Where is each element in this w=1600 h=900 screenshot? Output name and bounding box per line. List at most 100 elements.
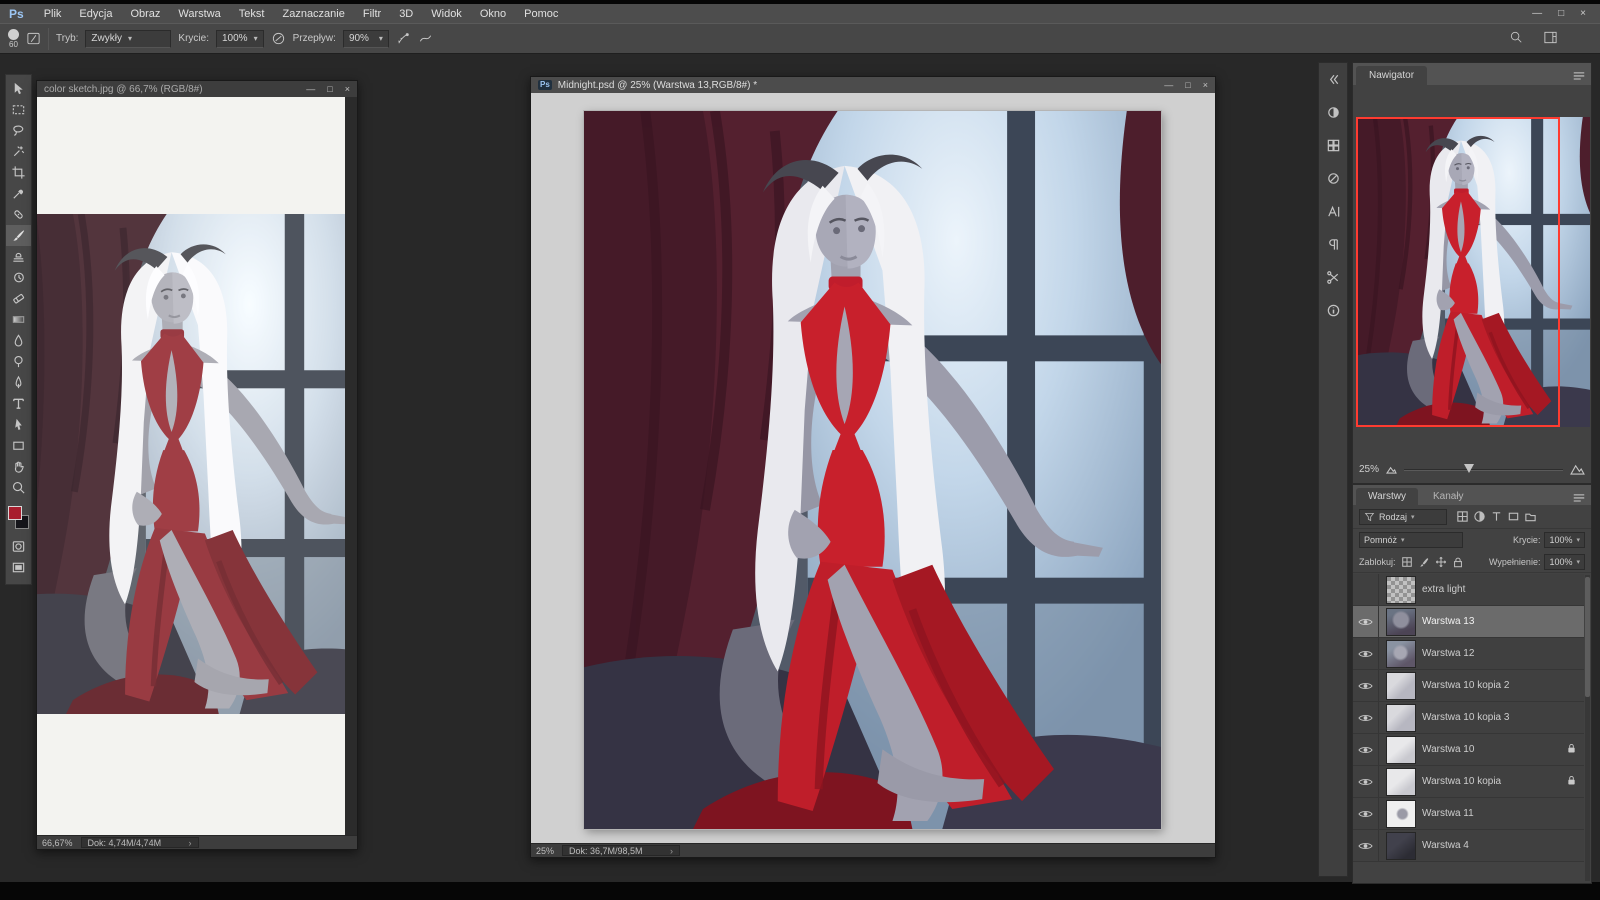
layer-thumbnail[interactable] (1386, 672, 1416, 700)
layer-thumbnail[interactable] (1386, 576, 1416, 604)
sketch-titlebar[interactable]: color sketch.jpg @ 66,7% (RGB/8#) — □ × (37, 81, 357, 97)
lasso-tool[interactable] (6, 120, 31, 141)
smoothing-icon[interactable] (418, 31, 433, 46)
tab-kanaly[interactable]: Kanały (1421, 488, 1476, 505)
zoom-out-mountain-icon[interactable] (1386, 465, 1397, 474)
marquee-tool[interactable] (6, 99, 31, 120)
adjustments-panel-icon[interactable] (1323, 168, 1343, 188)
path-select-tool[interactable] (6, 414, 31, 435)
layer-row[interactable]: Warstwa 13 (1353, 606, 1584, 638)
sketch-doc-size[interactable]: Dok: 4,74M/4,74M (81, 837, 199, 848)
menu-obraz[interactable]: Obraz (121, 8, 169, 20)
layer-thumbnail[interactable] (1386, 768, 1416, 796)
navigator-view-box[interactable] (1356, 117, 1560, 427)
layer-visibility-toggle[interactable] (1353, 798, 1379, 829)
tab-nawigator[interactable]: Nawigator (1356, 66, 1427, 85)
flow-dropdown[interactable]: 90% (343, 30, 389, 48)
search-icon[interactable] (1509, 30, 1523, 47)
midnight-close-button[interactable]: × (1203, 80, 1208, 90)
midnight-titlebar[interactable]: Ps Midnight.psd @ 25% (Warstwa 13,RGB/8#… (531, 77, 1215, 93)
brush-preset-picker[interactable]: 60 (8, 29, 19, 49)
midnight-artwork[interactable] (584, 111, 1161, 829)
sketch-minimize-button[interactable]: — (306, 84, 315, 94)
layer-visibility-toggle[interactable] (1353, 702, 1379, 733)
layer-thumbnail[interactable] (1386, 800, 1416, 828)
filter-pixel-layers-icon[interactable] (1456, 510, 1469, 523)
lock-pixels-icon[interactable] (1418, 556, 1430, 568)
move-tool[interactable] (6, 78, 31, 99)
app-minimize-button[interactable]: — (1532, 8, 1542, 19)
navigator-zoom-slider[interactable] (1404, 462, 1563, 476)
blend-mode-dropdown[interactable]: Zwykły (85, 30, 171, 48)
menu-plik[interactable]: Plik (35, 8, 71, 20)
midnight-zoom-value[interactable]: 25% (536, 846, 554, 856)
layer-visibility-toggle[interactable] (1353, 830, 1379, 861)
crop-tool[interactable] (6, 162, 31, 183)
sketch-close-button[interactable]: × (345, 84, 350, 94)
filter-type-layers-icon[interactable] (1490, 510, 1503, 523)
zoom-tool[interactable] (6, 477, 31, 498)
layer-fill-dropdown[interactable]: 100% (1544, 554, 1585, 570)
layer-row[interactable]: Warstwa 12 (1353, 638, 1584, 670)
shape-tool[interactable] (6, 435, 31, 456)
lock-transparency-icon[interactable] (1401, 556, 1413, 568)
dodge-tool[interactable] (6, 351, 31, 372)
opacity-dropdown[interactable]: 100% (216, 30, 264, 48)
menu-edycja[interactable]: Edycja (70, 8, 121, 20)
menu-filtr[interactable]: Filtr (354, 8, 390, 20)
midnight-doc-size[interactable]: Dok: 36,7M/98,5M (562, 845, 680, 856)
layers-panel-menu-icon[interactable] (1572, 490, 1586, 508)
layer-opacity-dropdown[interactable]: 100% (1544, 532, 1585, 548)
foreground-color-swatch[interactable] (8, 506, 22, 520)
layer-row[interactable]: Warstwa 10 kopia 2 (1353, 670, 1584, 702)
layer-thumbnail[interactable] (1386, 832, 1416, 860)
zoom-in-mountain-icon[interactable] (1570, 463, 1585, 475)
gradient-tool[interactable] (6, 309, 31, 330)
layer-row[interactable]: Warstwa 11 (1353, 798, 1584, 830)
midnight-maximize-button[interactable]: □ (1185, 80, 1190, 90)
midnight-minimize-button[interactable]: — (1164, 80, 1173, 90)
menu-okno[interactable]: Okno (471, 8, 515, 20)
layer-blend-mode-dropdown[interactable]: Pomnóż (1359, 532, 1463, 548)
navigator-thumbnail[interactable] (1356, 117, 1590, 427)
sketch-zoom-value[interactable]: 66,67% (42, 838, 73, 848)
menu-pomoc[interactable]: Pomoc (515, 8, 567, 20)
layers-scrollbar[interactable] (1585, 575, 1590, 881)
brush-tool[interactable] (6, 225, 31, 246)
pressure-opacity-icon[interactable] (271, 31, 286, 46)
brush-panel-toggle-icon[interactable] (26, 31, 41, 46)
lock-position-icon[interactable] (1435, 556, 1447, 568)
filter-adjustment-layers-icon[interactable] (1473, 510, 1486, 523)
pen-tool[interactable] (6, 372, 31, 393)
layer-visibility-toggle[interactable] (1353, 734, 1379, 765)
menu-zaznaczanie[interactable]: Zaznaczanie (273, 8, 353, 20)
character-panel-icon[interactable] (1323, 201, 1343, 221)
filter-smart-objects-icon[interactable] (1524, 510, 1537, 523)
layer-row[interactable]: Warstwa 4 (1353, 830, 1584, 862)
layer-visibility-toggle[interactable] (1353, 670, 1379, 701)
slider-knob[interactable] (1464, 464, 1474, 473)
expand-panels-icon[interactable] (1323, 69, 1343, 89)
hand-tool[interactable] (6, 456, 31, 477)
swatches-panel-icon[interactable] (1323, 135, 1343, 155)
workspace-switcher-icon[interactable] (1543, 30, 1558, 48)
layer-thumbnail[interactable] (1386, 608, 1416, 636)
healing-brush-tool[interactable] (6, 204, 31, 225)
layer-row[interactable]: Warstwa 10 kopia 3 (1353, 702, 1584, 734)
eraser-tool[interactable] (6, 288, 31, 309)
menu-widok[interactable]: Widok (422, 8, 471, 20)
menu-warstwa[interactable]: Warstwa (169, 8, 229, 20)
layer-visibility-toggle[interactable] (1353, 638, 1379, 669)
layer-row[interactable]: Warstwa 10 (1353, 734, 1584, 766)
blur-tool[interactable] (6, 330, 31, 351)
magic-wand-tool[interactable] (6, 141, 31, 162)
navigator-zoom-value[interactable]: 25% (1359, 464, 1379, 475)
sketch-canvas[interactable] (37, 97, 357, 835)
filter-shape-layers-icon[interactable] (1507, 510, 1520, 523)
layer-thumbnail[interactable] (1386, 736, 1416, 764)
app-close-button[interactable]: × (1580, 8, 1586, 19)
layer-filter-dropdown[interactable]: Rodzaj (1359, 509, 1447, 525)
clone-source-panel-icon[interactable] (1323, 267, 1343, 287)
menu-3d[interactable]: 3D (390, 8, 422, 20)
screen-mode-toggle[interactable] (6, 557, 31, 578)
